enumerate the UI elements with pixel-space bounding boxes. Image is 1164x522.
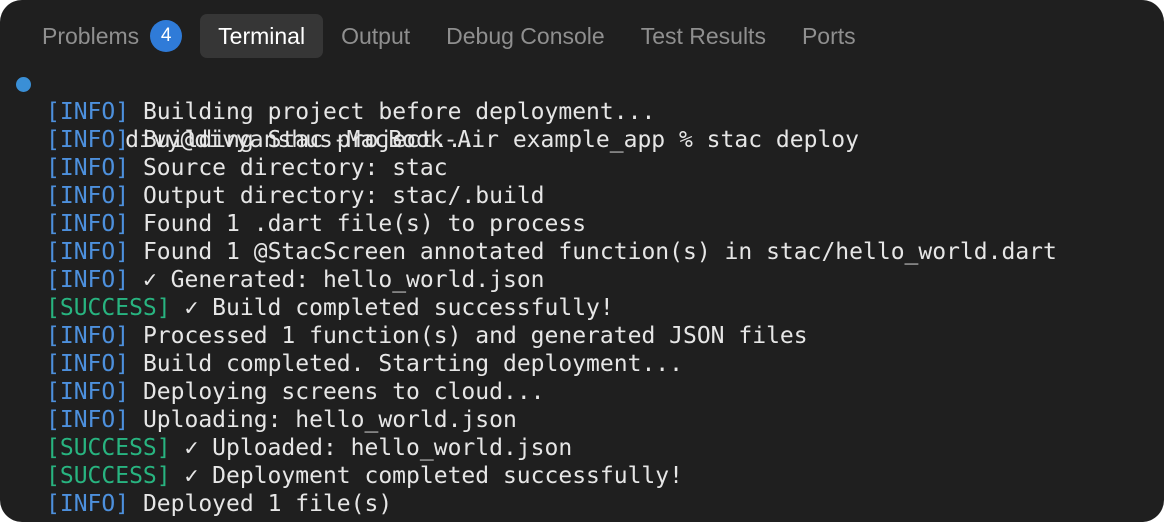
log-line: [INFO] Found 1 @StacScreen annotated fun… [16, 238, 1156, 266]
log-line: [INFO] Deployed 1 file(s) [16, 490, 1156, 518]
tab-label: Problems [42, 22, 140, 49]
log-text: Found 1 @StacScreen annotated function(s… [129, 239, 1057, 265]
log-text: Processed 1 function(s) and generated JS… [129, 323, 808, 349]
tab-output[interactable]: Output [323, 14, 428, 58]
panel-tab-bar: Problems 4 Terminal Output Debug Console… [24, 14, 874, 58]
log-tag: [INFO] [46, 267, 130, 293]
log-text: ✓ Deployment completed successfully! [170, 463, 683, 489]
prompt-line: divy@divyanshus-MacBook-Air example_app … [16, 70, 1156, 153]
log-tag: [SUCCESS] [46, 463, 171, 489]
tab-label: Ports [801, 22, 856, 49]
log-tag: [INFO] [46, 183, 130, 209]
log-line: [INFO] Building project before deploymen… [16, 98, 1156, 126]
log-text: Deploying screens to cloud... [129, 379, 545, 405]
log-tag: [SUCCESS] [46, 435, 171, 461]
log-text: Uploading: hello_world.json [129, 407, 517, 433]
tab-label: Output [341, 22, 411, 49]
log-line: [INFO] Uploading: hello_world.json [16, 406, 1156, 434]
tab-test-results[interactable]: Test Results [623, 14, 784, 58]
log-line: [INFO] Deploying screens to cloud... [16, 378, 1156, 406]
log-line: [SUCCESS] ✓ Uploaded: hello_world.json [16, 434, 1156, 462]
log-text: Output directory: stac/.build [129, 183, 545, 209]
log-tag: [INFO] [46, 407, 130, 433]
log-line: [SUCCESS] ✓ Deployment completed success… [16, 462, 1156, 490]
log-tag: [INFO] [46, 155, 130, 181]
command-status-dot-icon [16, 77, 31, 92]
log-line: [INFO] Build completed. Starting deploym… [16, 350, 1156, 378]
log-tag: [INFO] [46, 99, 130, 125]
terminal-output[interactable]: divy@divyanshus-MacBook-Air example_app … [16, 70, 1156, 518]
log-tag: [INFO] [46, 491, 130, 517]
log-tag: [INFO] [46, 323, 130, 349]
log-text: Build completed. Starting deployment... [129, 351, 683, 377]
log-tag: [INFO] [46, 211, 130, 237]
tab-debug-console[interactable]: Debug Console [428, 14, 623, 58]
log-text: Deployed 1 file(s) [129, 491, 393, 517]
tab-problems[interactable]: Problems 4 [24, 14, 200, 58]
log-tag: [INFO] [46, 379, 130, 405]
log-text: ✓ Build completed successfully! [170, 295, 614, 321]
log-tag: [INFO] [46, 127, 130, 153]
tab-label: Debug Console [446, 22, 605, 49]
log-line: [INFO] Processed 1 function(s) and gener… [16, 322, 1156, 350]
log-line: [INFO] Source directory: stac [16, 154, 1156, 182]
log-text: Found 1 .dart file(s) to process [129, 211, 587, 237]
log-line: [INFO] ✓ Generated: hello_world.json [16, 266, 1156, 294]
log-text: ✓ Uploaded: hello_world.json [170, 435, 573, 461]
log-text: Source directory: stac [129, 155, 448, 181]
problems-count-badge: 4 [150, 20, 183, 52]
log-line: [INFO] Found 1 .dart file(s) to process [16, 210, 1156, 238]
log-tag: [SUCCESS] [46, 295, 171, 321]
log-line: [INFO] Building Stac project... [16, 126, 1156, 154]
log-text: Building project before deployment... [129, 99, 656, 125]
log-tag: [INFO] [46, 239, 130, 265]
log-line: [SUCCESS] ✓ Build completed successfully… [16, 294, 1156, 322]
log-text: Building Stac project... [129, 127, 476, 153]
tab-ports[interactable]: Ports [784, 14, 874, 58]
log-text: ✓ Generated: hello_world.json [129, 267, 545, 293]
terminal-panel: Problems 4 Terminal Output Debug Console… [0, 0, 1164, 522]
log-line: [INFO] Output directory: stac/.build [16, 182, 1156, 210]
tab-terminal[interactable]: Terminal [200, 14, 324, 58]
tab-label: Test Results [640, 22, 766, 49]
tab-label: Terminal [218, 22, 306, 49]
log-tag: [INFO] [46, 351, 130, 377]
